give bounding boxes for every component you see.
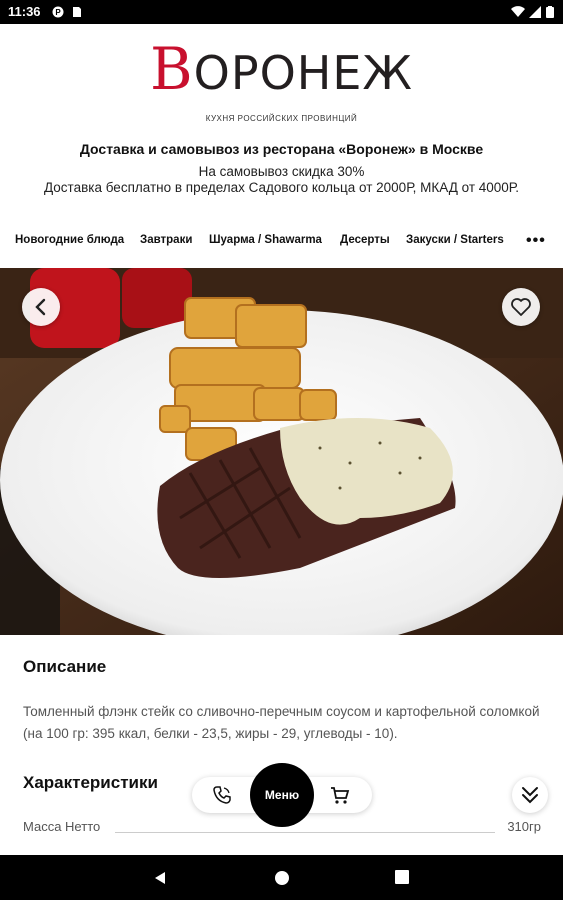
battery-icon — [546, 6, 554, 18]
category-tab[interactable]: Шуарма / Shawarma — [209, 234, 322, 246]
cart-icon[interactable] — [330, 785, 350, 805]
description-text: Томленный флэнк стейк со сливочно-перечн… — [23, 704, 540, 741]
category-tab[interactable]: Закуски / Starters — [406, 234, 504, 246]
more-categories-button[interactable]: ••• — [526, 232, 546, 250]
home-icon[interactable] — [274, 870, 290, 886]
heart-outline-icon — [511, 298, 531, 316]
steak-photo — [0, 268, 563, 635]
description-heading: Описание — [23, 657, 107, 676]
double-chevron-down-icon — [522, 787, 538, 804]
spec-value: 310гр — [507, 819, 541, 834]
specs-heading: Характеристики — [23, 773, 158, 792]
phone-icon[interactable] — [212, 785, 232, 805]
menu-button[interactable]: Меню — [250, 763, 314, 827]
category-tab[interactable]: Новогодние блюда — [15, 234, 124, 246]
svg-text:P: P — [55, 8, 61, 17]
status-bar: 11:36 P — [0, 0, 563, 24]
scroll-down-button[interactable] — [512, 777, 548, 813]
promo-line-1: На самовывоз скидка 30% — [198, 164, 365, 179]
system-nav-bar — [0, 855, 563, 900]
logo-initial: В — [150, 35, 194, 103]
back-icon[interactable] — [152, 870, 168, 886]
restaurant-header: ВОРОНЕЖ КУХНЯ РОССИЙСКИХ ПРОВИНЦИЙ Доста… — [0, 24, 563, 268]
category-tab[interactable]: Завтраки — [140, 234, 192, 246]
brand-logo[interactable]: ВОРОНЕЖ — [0, 36, 563, 106]
sync-icon: P — [52, 6, 64, 18]
sim-card-icon — [73, 7, 81, 17]
status-time: 11:36 — [8, 4, 41, 19]
promo-text: На самовывоз скидка 30% Доставка бесплат… — [30, 164, 533, 196]
page-title: Доставка и самовывоз из ресторана «Ворон… — [79, 141, 484, 157]
signal-icon — [529, 6, 541, 18]
category-tab[interactable]: Десерты — [340, 234, 390, 246]
logo-rest: ОРОНЕЖ — [193, 46, 413, 100]
spec-key: Масса Нетто — [23, 819, 101, 834]
wifi-icon — [511, 6, 525, 18]
logo-subtitle: КУХНЯ РОССИЙСКИХ ПРОВИНЦИЙ — [205, 114, 358, 123]
chevron-left-icon — [35, 298, 46, 316]
promo-line-2: Доставка бесплатно в пределах Садового к… — [44, 180, 519, 195]
favorite-button[interactable] — [502, 288, 540, 326]
category-tabs: Новогодние блюда Завтраки Шуарма / Shawa… — [0, 232, 563, 252]
spec-leader-line — [115, 832, 495, 833]
back-button[interactable] — [22, 288, 60, 326]
product-image — [0, 268, 563, 635]
recents-icon[interactable] — [395, 870, 409, 884]
